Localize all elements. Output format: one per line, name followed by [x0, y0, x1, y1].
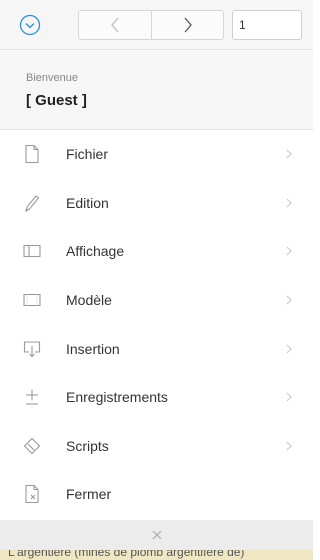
table-icon	[22, 290, 42, 310]
menu-item-modele[interactable]: Modèle	[0, 275, 313, 325]
menu-item-label: Scripts	[66, 437, 109, 454]
plus-minus-icon	[22, 387, 42, 407]
close-menu-button[interactable]	[0, 520, 313, 550]
chevron-right-icon	[286, 392, 292, 402]
record-navigation	[78, 10, 224, 40]
main-menu: Fichier Edition Affichage Modèle Inserti…	[0, 130, 313, 519]
menu-item-enregistrements[interactable]: Enregistrements	[0, 372, 313, 422]
chevron-down-circle-icon	[19, 14, 41, 36]
menu-item-fermer[interactable]: Fermer	[0, 470, 313, 519]
chevron-left-icon	[111, 17, 119, 33]
welcome-label: Bienvenue	[26, 72, 78, 84]
script-icon	[22, 436, 42, 456]
menu-item-label: Fichier	[66, 146, 109, 163]
menu-item-label: Fermer	[66, 486, 112, 503]
chevron-right-icon	[286, 295, 292, 305]
welcome-panel: Bienvenue [ Guest ]	[0, 51, 313, 130]
previous-record-button[interactable]	[79, 11, 151, 39]
menu-item-fichier[interactable]: Fichier	[0, 130, 313, 179]
pencil-icon	[22, 193, 42, 213]
next-record-button[interactable]	[151, 11, 223, 39]
menu-item-label: Insertion	[66, 340, 120, 357]
background-record-text: L'argentière (mines de plomb argentifère…	[8, 550, 245, 559]
menu-item-label: Edition	[66, 194, 109, 211]
menu-item-scripts[interactable]: Scripts	[0, 421, 313, 471]
collapse-menu-button[interactable]	[18, 13, 42, 37]
chevron-right-icon	[286, 247, 292, 256]
chevron-right-icon	[286, 198, 292, 208]
menu-item-label: Enregistrements	[66, 389, 168, 406]
layout-icon	[22, 241, 42, 261]
menu-item-label: Affichage	[66, 243, 125, 260]
file-icon	[22, 144, 42, 164]
chevron-right-icon	[286, 441, 292, 451]
menu-item-affichage[interactable]: Affichage	[0, 227, 313, 276]
chevron-right-icon	[286, 149, 292, 159]
toolbar	[0, 0, 313, 50]
menu-item-label: Modèle	[66, 292, 112, 309]
chevron-right-icon	[184, 17, 192, 33]
record-number-input[interactable]	[232, 10, 302, 40]
background-record-strip: L'argentière (mines de plomb argentifère…	[0, 550, 313, 560]
close-icon	[152, 530, 161, 540]
menu-item-edition[interactable]: Edition	[0, 178, 313, 228]
close-file-icon	[22, 484, 42, 504]
account-name: [ Guest ]	[26, 92, 87, 109]
menu-item-insertion[interactable]: Insertion	[0, 324, 313, 373]
insert-icon	[22, 339, 42, 359]
chevron-right-icon	[286, 344, 292, 354]
